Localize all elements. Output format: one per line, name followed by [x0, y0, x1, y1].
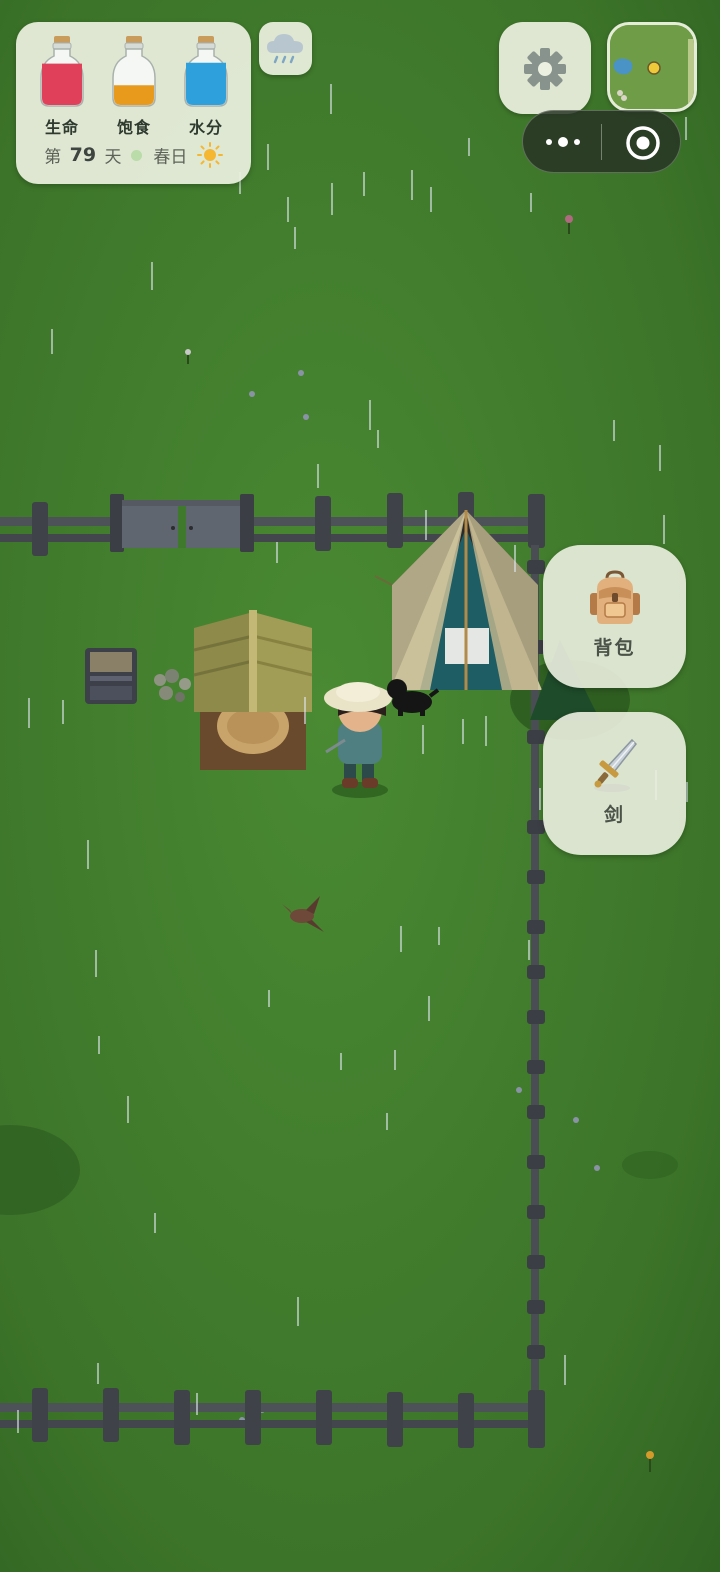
- hunger-bottle-icon: [112, 36, 156, 107]
- sun-icon: [196, 142, 223, 168]
- season-label: 春日: [153, 147, 188, 168]
- minimap-view: [610, 25, 694, 109]
- settings-button[interactable]: [499, 22, 591, 114]
- backpack-label: 背包: [593, 637, 636, 659]
- straw-hut[interactable]: [193, 610, 313, 770]
- backpack-icon: [589, 570, 640, 624]
- close-target-icon[interactable]: [625, 125, 661, 161]
- health-label: 生命: [44, 118, 79, 137]
- minimap[interactable]: [607, 22, 697, 112]
- backpack-button[interactable]: 背包: [543, 545, 686, 688]
- sword-icon: [593, 738, 637, 792]
- status-panel: 生命 饱食 水分 第 79 天 春日: [16, 22, 251, 184]
- water-bottle-icon: [184, 36, 228, 107]
- game-viewport[interactable]: 生命 饱食 水分 第 79 天 春日 背包 剑: [0, 0, 720, 1572]
- sword-label: 剑: [603, 804, 625, 826]
- health-stat: 生命: [32, 34, 92, 138]
- weather-indicator[interactable]: [259, 22, 312, 75]
- gear-icon: [524, 48, 566, 90]
- bottle-liquid: [186, 62, 226, 105]
- season-dot-icon: [130, 149, 142, 161]
- storage-crate[interactable]: [85, 648, 137, 704]
- miniprogram-capsule: [522, 110, 681, 173]
- day-counter: 第 79 天 春日: [16, 142, 251, 170]
- day-prefix: 第: [44, 147, 62, 168]
- ground-shadow: [622, 1151, 678, 1179]
- hunger-stat: 饱食: [104, 34, 164, 138]
- rain-cloud-icon: [267, 34, 303, 64]
- water-stat: 水分: [176, 34, 236, 138]
- bottle-liquid: [42, 63, 82, 105]
- sword-button[interactable]: 剑: [543, 712, 686, 855]
- fence-gate[interactable]: [110, 494, 254, 552]
- capsule-divider: [601, 124, 602, 160]
- water-label: 水分: [188, 118, 223, 137]
- day-number: 79: [69, 144, 97, 166]
- bottle-liquid: [114, 85, 154, 105]
- hunger-label: 饱食: [116, 118, 151, 137]
- day-suffix: 天: [104, 147, 122, 168]
- health-bottle-icon: [40, 36, 84, 107]
- more-dots-icon[interactable]: [543, 132, 583, 152]
